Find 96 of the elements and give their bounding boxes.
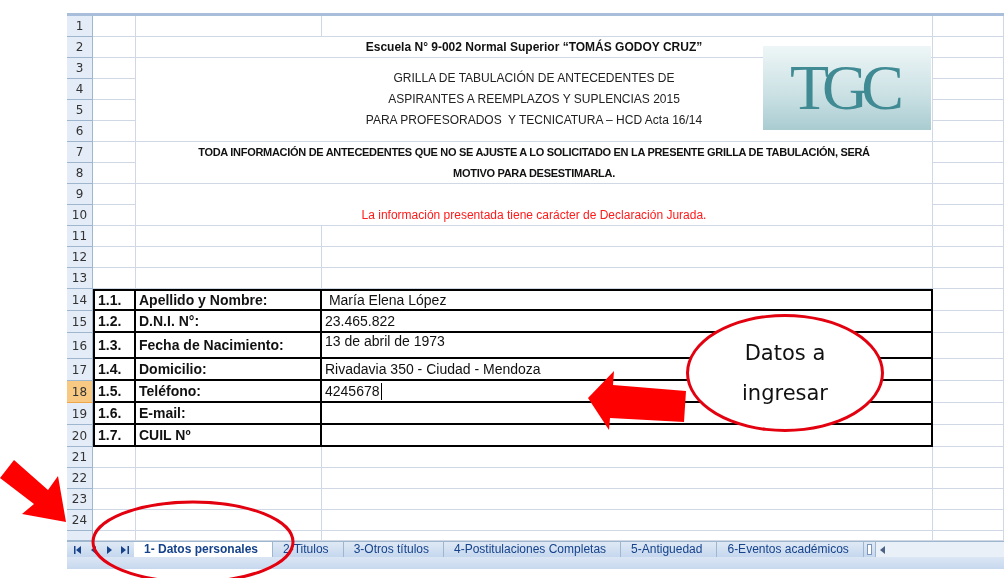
empty-cell[interactable]	[933, 121, 1004, 142]
first-sheet-button[interactable]	[73, 543, 83, 556]
logo: TGC	[763, 46, 931, 130]
empty-cell[interactable]	[136, 468, 322, 489]
callout-text: ingresar	[742, 380, 828, 407]
empty-cell[interactable]	[933, 79, 1004, 100]
row-header[interactable]: 12	[67, 247, 93, 268]
declaration-text: La información presentada tiene carácter de Declaración Jurada.	[361, 208, 707, 222]
merged-cell[interactable]: La información presentada tiene carácter de Declaración Jurada.	[136, 184, 933, 226]
empty-cell[interactable]	[933, 425, 1004, 447]
empty-cell[interactable]	[933, 100, 1004, 121]
row-header[interactable]: 8	[67, 163, 93, 184]
warning-line: TODA INFORMACIÓN DE ANTECEDENTES QUE NO SE AJUSTE A LO SOLICITADO EN LA PRESENTE GRILLA DE TABULACIÓN, SERÁ	[198, 144, 870, 160]
field-label: Teléfono:	[136, 381, 322, 403]
empty-cell[interactable]	[322, 268, 933, 289]
item-number: 1.4.	[93, 359, 136, 381]
item-number: 1.7.	[93, 425, 136, 447]
row-header[interactable]: 4	[67, 79, 93, 100]
row-header[interactable]: 13	[67, 268, 93, 289]
subtitle-line: GRILLA DE TABULACIÓN DE ANTECEDENTES DE	[393, 69, 675, 87]
value-cell[interactable]: María Elena López	[322, 289, 933, 311]
empty-cell[interactable]	[322, 489, 933, 510]
item-number: 1.3.	[93, 333, 136, 359]
row-header[interactable]: 1	[67, 16, 93, 37]
empty-cell[interactable]	[933, 37, 1004, 58]
empty-cell[interactable]	[136, 268, 322, 289]
empty-cell[interactable]	[933, 268, 1004, 289]
row-header[interactable]: 15	[67, 311, 93, 333]
field-label: CUIL Nº	[136, 425, 322, 447]
row-header[interactable]: 5	[67, 100, 93, 121]
empty-cell[interactable]	[933, 447, 1004, 468]
warning-line: MOTIVO PARA DESESTIMARLA.	[453, 165, 615, 181]
empty-cell[interactable]	[933, 333, 1004, 359]
empty-cell[interactable]	[322, 247, 933, 268]
tab-splitter[interactable]	[866, 544, 872, 555]
row-header[interactable]: 7	[67, 142, 93, 163]
row-header[interactable]: 2	[67, 37, 93, 58]
empty-cell[interactable]	[136, 447, 322, 468]
empty-cell[interactable]	[933, 510, 1004, 531]
empty-cell[interactable]	[322, 447, 933, 468]
empty-cell[interactable]	[933, 142, 1004, 163]
empty-cell[interactable]	[933, 205, 1004, 226]
item-number: 1.5.	[93, 381, 136, 403]
field-label: E-mail:	[136, 403, 322, 425]
empty-cell[interactable]	[933, 58, 1004, 79]
merged-cell[interactable]: TODA INFORMACIÓN DE ANTECEDENTES QUE NO SE AJUSTE A LO SOLICITADO EN LA PRESENTE GRILLA DE TABULACIÓN, SERÁ MOTIVO PARA DESESTIMARLA.	[136, 142, 933, 184]
row-header[interactable]: 20	[67, 425, 93, 447]
subtitle-line: PARA PROFESORADOS Y TECNICATURA – HCD Acta 16/14	[365, 112, 703, 129]
last-sheet-button[interactable]	[120, 543, 130, 556]
school-title: Escuela N° 9-002 Normal Superior “TOMÁS GODOY CRUZ”	[365, 40, 703, 54]
empty-cell[interactable]	[933, 489, 1004, 510]
empty-cell[interactable]	[136, 510, 322, 531]
empty-cell[interactable]	[933, 289, 1004, 311]
empty-cell[interactable]	[933, 16, 1004, 37]
row-header[interactable]: 21	[67, 447, 93, 468]
field-label: Apellido y Nombre:	[136, 289, 322, 311]
empty-cell[interactable]	[136, 247, 322, 268]
horizontal-scrollbar[interactable]	[874, 542, 1004, 557]
empty-cell[interactable]	[933, 311, 1004, 333]
row-header[interactable]: 10	[67, 205, 93, 226]
empty-cell[interactable]	[933, 184, 1004, 205]
empty-cell[interactable]	[933, 226, 1004, 247]
empty-cell[interactable]	[933, 381, 1004, 403]
row-header[interactable]: 17	[67, 359, 93, 381]
empty-cell[interactable]	[322, 468, 933, 489]
empty-cell[interactable]	[933, 359, 1004, 381]
subtitle-line: ASPIRANTES A REEMPLAZOS Y SUPLENCIAS 2015	[388, 91, 680, 108]
field-label: D.N.I. N°:	[136, 311, 322, 333]
scroll-left-icon[interactable]	[879, 545, 886, 554]
empty-cell[interactable]	[933, 247, 1004, 268]
row-header[interactable]: 6	[67, 121, 93, 142]
field-label: Fecha de Nacimiento:	[136, 333, 322, 359]
row-header[interactable]: 9	[67, 184, 93, 205]
row-header[interactable]: 23	[67, 489, 93, 510]
row-header[interactable]: 11	[67, 226, 93, 247]
row-header[interactable]: 22	[67, 468, 93, 489]
row-header[interactable]: 19	[67, 403, 93, 425]
row-header[interactable]: 16	[67, 333, 93, 359]
empty-cell[interactable]	[933, 468, 1004, 489]
item-number: 1.1.	[93, 289, 136, 311]
empty-cell[interactable]	[136, 226, 322, 247]
row-header[interactable]: 24	[67, 510, 93, 531]
arrow-shape	[0, 460, 66, 522]
empty-cell[interactable]	[322, 16, 933, 37]
empty-cell[interactable]	[322, 226, 933, 247]
item-number: 1.6.	[93, 403, 136, 425]
empty-cell[interactable]	[322, 510, 933, 531]
item-number: 1.2.	[93, 311, 136, 333]
sheet-tab[interactable]: 1- Datos personales	[134, 542, 274, 557]
empty-cell[interactable]	[933, 163, 1004, 184]
field-label: Domicilio:	[136, 359, 322, 381]
row-header[interactable]: 18	[67, 381, 93, 403]
row-header[interactable]: 14	[67, 289, 93, 311]
empty-cell[interactable]	[933, 403, 1004, 425]
empty-cell[interactable]	[136, 16, 322, 37]
row-header[interactable]: 3	[67, 58, 93, 79]
